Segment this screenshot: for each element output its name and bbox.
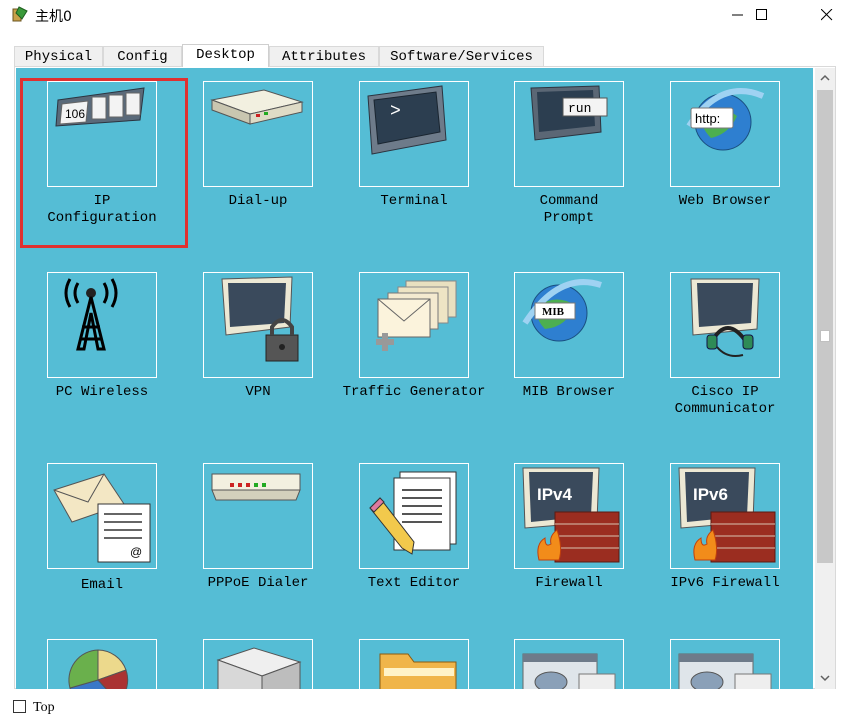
- svg-text:>: >: [390, 102, 401, 122]
- app-cisco-ip-communicator[interactable]: [670, 272, 780, 378]
- desktop-area: 106 IP Configuration Dial-up > Terminal …: [16, 68, 813, 689]
- app-label: Email: [80, 577, 123, 593]
- scroll-thumb[interactable]: [817, 90, 833, 563]
- scroll-up-button[interactable]: [815, 68, 835, 88]
- app-label: MIB Browser: [522, 384, 616, 400]
- folder-icon: [379, 653, 457, 689]
- tab-software-services[interactable]: Software/Services: [379, 46, 544, 66]
- scroll-up-icon: [820, 74, 830, 81]
- tab-desktop[interactable]: Desktop: [182, 44, 269, 67]
- title-bar: 主机0: [0, 0, 850, 30]
- vpn-lock-icon: [221, 276, 299, 362]
- cloud-window-icon: [678, 653, 772, 689]
- app-label: PPPoE Dialer: [207, 575, 309, 591]
- app-terminal[interactable]: >: [359, 81, 469, 187]
- sdk-box-icon: [216, 647, 302, 689]
- tab-label: Software/Services: [390, 49, 533, 65]
- window-title: 主机0: [35, 9, 72, 25]
- maximize-icon: [756, 9, 767, 20]
- app-vpn[interactable]: [203, 272, 313, 378]
- app-label: Traffic Generator: [342, 384, 486, 400]
- email-icon: @: [53, 473, 151, 563]
- top-checkbox[interactable]: [13, 700, 26, 713]
- scroll-down-icon: [820, 675, 830, 682]
- command-prompt-icon: run: [530, 85, 608, 141]
- app-label: Firewall: [535, 575, 603, 591]
- svg-text:run: run: [568, 101, 591, 116]
- app-label: VPN: [245, 384, 271, 400]
- svg-text:IPv4: IPv4: [537, 485, 573, 504]
- selection-highlight: [20, 78, 188, 248]
- app-dial-up[interactable]: [203, 81, 313, 187]
- app-ipv6-firewall[interactable]: IPv6: [670, 463, 780, 569]
- scroll-grip: [820, 330, 830, 342]
- app-web-browser[interactable]: http:: [670, 81, 780, 187]
- app-label: Dial-up: [228, 193, 288, 209]
- tab-label: Config: [117, 49, 168, 65]
- text-editor-icon: [369, 471, 457, 555]
- tab-label: Desktop: [196, 47, 255, 63]
- wireless-tower-icon: [64, 278, 118, 351]
- top-label: Top: [33, 700, 55, 715]
- app-pc-wireless[interactable]: [47, 272, 157, 378]
- app-text-editor[interactable]: [359, 463, 469, 569]
- pc-tree-icon: [12, 6, 28, 22]
- svg-text:@: @: [130, 545, 142, 559]
- maximize-button[interactable]: [739, 0, 785, 30]
- app-email[interactable]: @: [47, 463, 157, 569]
- app-mib-browser[interactable]: MIB: [514, 272, 624, 378]
- firewall-icon: IPv4: [522, 467, 620, 563]
- app-command-prompt[interactable]: run: [514, 81, 624, 187]
- cloud-window-icon: [522, 653, 616, 689]
- app-label: Command Prompt: [539, 193, 599, 226]
- svg-text:http:: http:: [695, 111, 720, 126]
- app-traffic-generator[interactable]: [359, 272, 469, 378]
- app-label: IPv6 Firewall: [670, 575, 780, 591]
- bottom-bar: Top: [0, 698, 850, 715]
- svg-text:IPv6: IPv6: [693, 485, 728, 504]
- scroll-down-button[interactable]: [815, 668, 835, 688]
- app-label: Cisco IP Communicator: [674, 384, 776, 417]
- app-label: Text Editor: [367, 575, 461, 591]
- svg-text:MIB: MIB: [542, 306, 565, 318]
- app-pppoe-dialer[interactable]: [203, 463, 313, 569]
- app-label: Web Browser: [678, 193, 772, 209]
- app-label: Terminal: [380, 193, 448, 209]
- app-tile-partial[interactable]: [514, 639, 624, 689]
- vertical-scrollbar[interactable]: [815, 68, 835, 689]
- app-firewall[interactable]: IPv4: [514, 463, 624, 569]
- app-label: PC Wireless: [55, 384, 149, 400]
- tab-physical[interactable]: Physical: [14, 46, 103, 66]
- ipv6-firewall-icon: IPv6: [678, 467, 776, 563]
- pppoe-dialer-icon: [211, 473, 301, 501]
- app-tile-partial[interactable]: [47, 639, 157, 689]
- mib-browser-icon: MIB: [522, 279, 602, 342]
- dial-up-modem-icon: [210, 89, 304, 125]
- pie-chart-app-icon: [68, 649, 129, 689]
- app-tile-partial[interactable]: [359, 639, 469, 689]
- traffic-generator-icon: [376, 280, 457, 351]
- terminal-icon: >: [367, 85, 447, 155]
- web-browser-icon: http:: [686, 88, 765, 151]
- tab-label: Physical: [24, 49, 93, 65]
- app-tile-partial[interactable]: [203, 639, 313, 689]
- tab-label: Attributes: [281, 49, 366, 65]
- tab-config[interactable]: Config: [103, 46, 182, 66]
- close-icon: [821, 9, 833, 21]
- ip-communicator-headset-icon: [690, 278, 760, 357]
- app-tile-partial[interactable]: [670, 639, 780, 689]
- close-button[interactable]: [804, 0, 850, 30]
- tab-attributes[interactable]: Attributes: [269, 46, 379, 66]
